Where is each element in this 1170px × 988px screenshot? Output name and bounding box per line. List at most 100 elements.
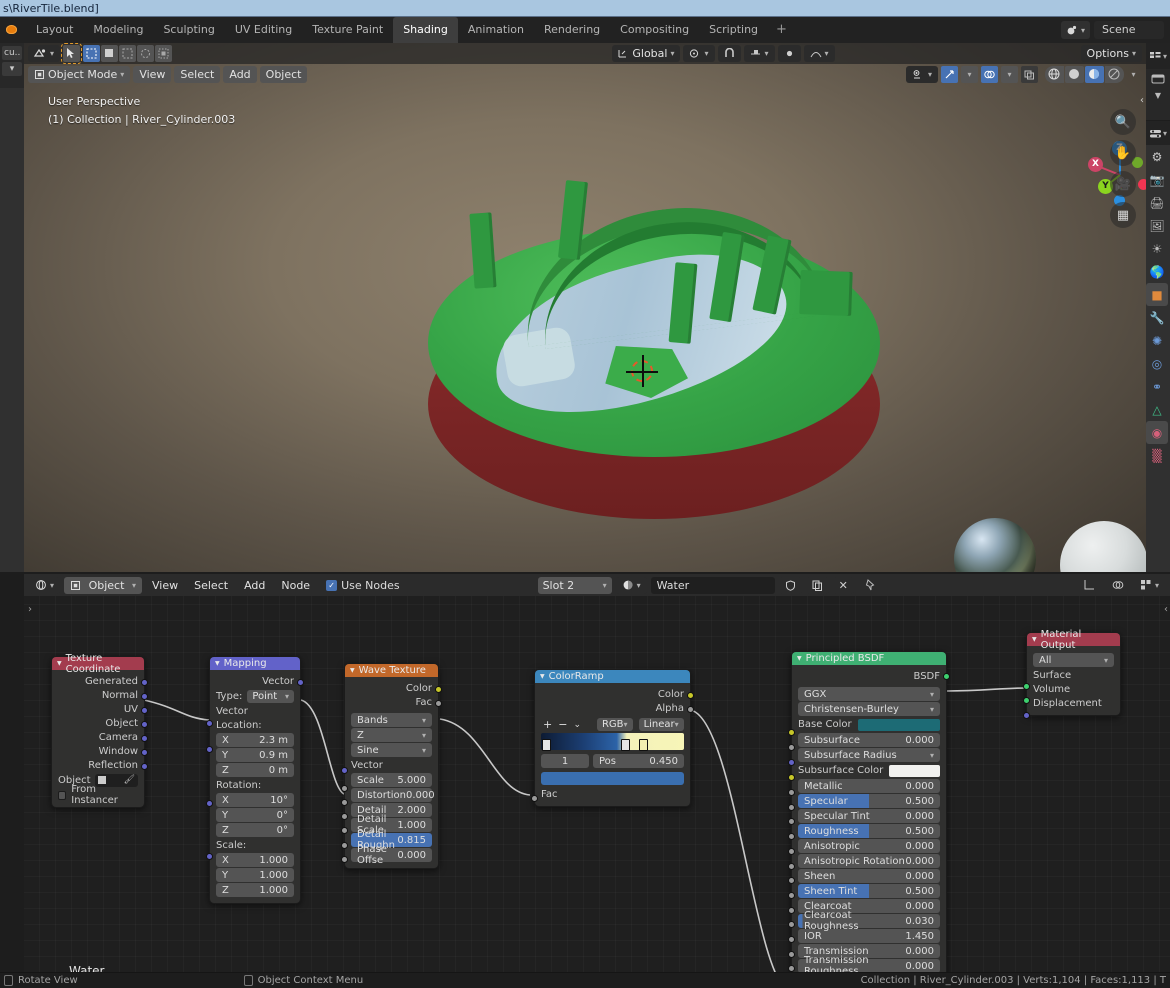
scale-z[interactable]: Z 1.000 — [216, 883, 294, 897]
node-material-output[interactable]: ▼ Material Output All ▾ Surface Volume Di… — [1023, 629, 1121, 719]
workspace-tab-layout[interactable]: Layout — [26, 17, 83, 43]
gizmo-toggle[interactable] — [941, 65, 958, 83]
material-tab-icon[interactable]: ◉ — [1146, 421, 1168, 444]
wave-type-dropdown[interactable]: Bands ▾ — [351, 713, 432, 727]
shading-dropdown[interactable]: ▾ — [1125, 66, 1142, 83]
remove-stop-button[interactable]: − — [558, 718, 567, 731]
add-workspace-button[interactable]: + — [768, 17, 795, 43]
scale-x[interactable]: X 1.000 — [216, 853, 294, 867]
scale-y[interactable]: Y 1.000 — [216, 868, 294, 882]
socket-dot-reflection[interactable] — [141, 763, 148, 770]
node-header[interactable]: ▼ Wave Texture — [345, 664, 438, 677]
shader-menu-node[interactable]: Node — [275, 577, 316, 594]
socket-dot-clearcoat-roughness[interactable] — [788, 921, 795, 928]
select-tweak-icon[interactable] — [101, 45, 119, 62]
color-ramp-gradient[interactable] — [541, 733, 684, 751]
prop-anisotropic[interactable]: Anisotropic 0.000 — [798, 839, 940, 853]
base-color-swatch[interactable] — [857, 718, 940, 731]
prop-subsurface-color[interactable]: Subsurface Color — [792, 763, 946, 778]
output-tab-icon[interactable]: 🖨 — [1146, 191, 1168, 214]
overlays-toggle[interactable] — [981, 65, 998, 83]
socket-dot-specular-tint[interactable] — [788, 818, 795, 825]
snap-button[interactable] — [1078, 577, 1102, 594]
socket-dot-detail-scale[interactable] — [341, 827, 348, 834]
socket-dot-surface[interactable] — [1023, 683, 1030, 690]
prop-anisotropic-rotation[interactable]: Anisotropic Rotation 0.000 — [798, 854, 940, 868]
socket-surface[interactable]: Surface — [1027, 668, 1120, 682]
location-y[interactable]: Y 0.9 m — [216, 748, 294, 762]
particles-tab-icon[interactable]: ✺ — [1146, 329, 1168, 352]
socket-dot-sheen[interactable] — [788, 877, 795, 884]
viewport-menu-add[interactable]: Add — [223, 65, 257, 83]
gizmo-axis-x-neg[interactable] — [1138, 179, 1146, 190]
prop-clearcoat-roughness[interactable]: Clearcoat Roughness 0.030 — [798, 910, 940, 932]
workspace-tab-scripting[interactable]: Scripting — [699, 17, 768, 43]
node-wave-texture[interactable]: ▼ Wave Texture Color Fac Bands ▾ Z ▾ Sine ▾… — [341, 663, 442, 869]
shader-menu-select[interactable]: Select — [188, 577, 234, 594]
ramp-stop-2[interactable] — [639, 739, 648, 751]
select-lasso-icon[interactable] — [119, 45, 137, 62]
viewport-options-button[interactable]: Options ▾ — [1080, 45, 1142, 62]
xray-toggle[interactable] — [1021, 65, 1038, 83]
socket-color-out[interactable]: Color — [535, 687, 690, 701]
socket-dot-base-color[interactable] — [788, 729, 795, 736]
node-header[interactable]: ▼ Material Output — [1027, 629, 1120, 651]
socket-dot-anisotropic-rotation[interactable] — [788, 863, 795, 870]
node-color-ramp[interactable]: ▼ ColorRamp Color Alpha + − ⌄ RGB ▾ Linea… — [531, 669, 694, 807]
prop-metallic[interactable]: Metallic 0.000 — [798, 779, 940, 793]
ramp-menu-button[interactable]: ⌄ — [573, 720, 581, 730]
snap-button[interactable] — [717, 45, 741, 62]
socket-dot-subsurface[interactable] — [788, 744, 795, 751]
constraints-tab-icon[interactable]: ⚭ — [1146, 375, 1168, 398]
socket-dot-displacement[interactable] — [1023, 712, 1030, 719]
texture-tab-icon[interactable]: ▒ — [1146, 444, 1168, 467]
wave-profile-dropdown[interactable]: Sine ▾ — [351, 743, 432, 757]
socket-volume[interactable]: Volume — [1027, 682, 1120, 696]
render-tab-icon[interactable]: 📷 — [1146, 168, 1168, 191]
type-row[interactable]: Type: Point ▾ — [210, 688, 300, 704]
workspace-tab-texture-paint[interactable]: Texture Paint — [302, 17, 393, 43]
use-nodes-checkbox[interactable]: ✓ Use Nodes — [326, 579, 400, 592]
node-header[interactable]: ▼ Mapping — [210, 657, 300, 670]
proportional-edit-toggle[interactable] — [777, 45, 801, 62]
prop-subsurface[interactable]: Subsurface 0.000 — [798, 733, 940, 747]
location-z[interactable]: Z 0 m — [216, 763, 294, 777]
view-layer-tab-icon[interactable]: 🖼 — [1146, 214, 1168, 237]
workspace-tab-compositing[interactable]: Compositing — [610, 17, 699, 43]
socket-dot-detail[interactable] — [341, 813, 348, 820]
socket-dot-color[interactable] — [435, 686, 442, 693]
location-x[interactable]: X 2.3 m — [216, 733, 294, 747]
overlays-dropdown[interactable]: ▾ — [1001, 65, 1018, 83]
workspace-tab-rendering[interactable]: Rendering — [534, 17, 610, 43]
pan-icon[interactable]: ✋ — [1110, 140, 1136, 166]
vector-input-label[interactable]: Vector — [210, 704, 300, 718]
editor-type-button[interactable]: ▾ — [28, 45, 61, 62]
pin-button[interactable] — [858, 577, 882, 594]
socket-dot-roughness[interactable] — [788, 833, 795, 840]
add-stop-button[interactable]: + — [543, 718, 552, 731]
unlink-material-button[interactable]: ✕ — [832, 576, 854, 594]
socket-bsdf-out[interactable]: BSDF — [792, 669, 946, 683]
node-principled-bsdf[interactable]: ▼ Principled BSDF BSDF GGX ▾ Christensen-… — [788, 651, 950, 972]
socket-dot-alpha[interactable] — [687, 706, 694, 713]
node-texture-coordinate[interactable]: ▼ Texture Coordinate Generated Normal UV… — [51, 653, 148, 808]
rotation-x[interactable]: X 10° — [216, 793, 294, 807]
socket-dot-vector[interactable] — [341, 767, 348, 774]
ramp-selected-color-swatch[interactable] — [541, 772, 684, 785]
socket-dot-location[interactable] — [206, 746, 213, 753]
socket-reflection[interactable]: Reflection — [52, 758, 144, 772]
interpolation-dropdown[interactable]: Linear ▾ — [638, 718, 684, 731]
socket-dot-scale[interactable] — [206, 853, 213, 860]
gizmo-axis-x[interactable]: X — [1088, 157, 1103, 172]
physics-tab-icon[interactable]: ◎ — [1146, 352, 1168, 375]
socket-vector-out[interactable]: Vector — [210, 674, 300, 688]
ramp-stop-1[interactable] — [621, 739, 630, 751]
zoom-icon[interactable]: 🔍 — [1110, 109, 1136, 135]
scene-name-field[interactable]: Scene — [1094, 21, 1164, 39]
workspace-tab-uv-editing[interactable]: UV Editing — [225, 17, 302, 43]
vector-input-label[interactable]: Vector — [345, 758, 438, 772]
filter-icon[interactable]: ▼ — [1155, 91, 1161, 100]
shader-menu-view[interactable]: View — [146, 577, 184, 594]
material-preview-icon[interactable] — [1085, 65, 1104, 83]
workspace-tab-shading[interactable]: Shading — [393, 17, 458, 43]
